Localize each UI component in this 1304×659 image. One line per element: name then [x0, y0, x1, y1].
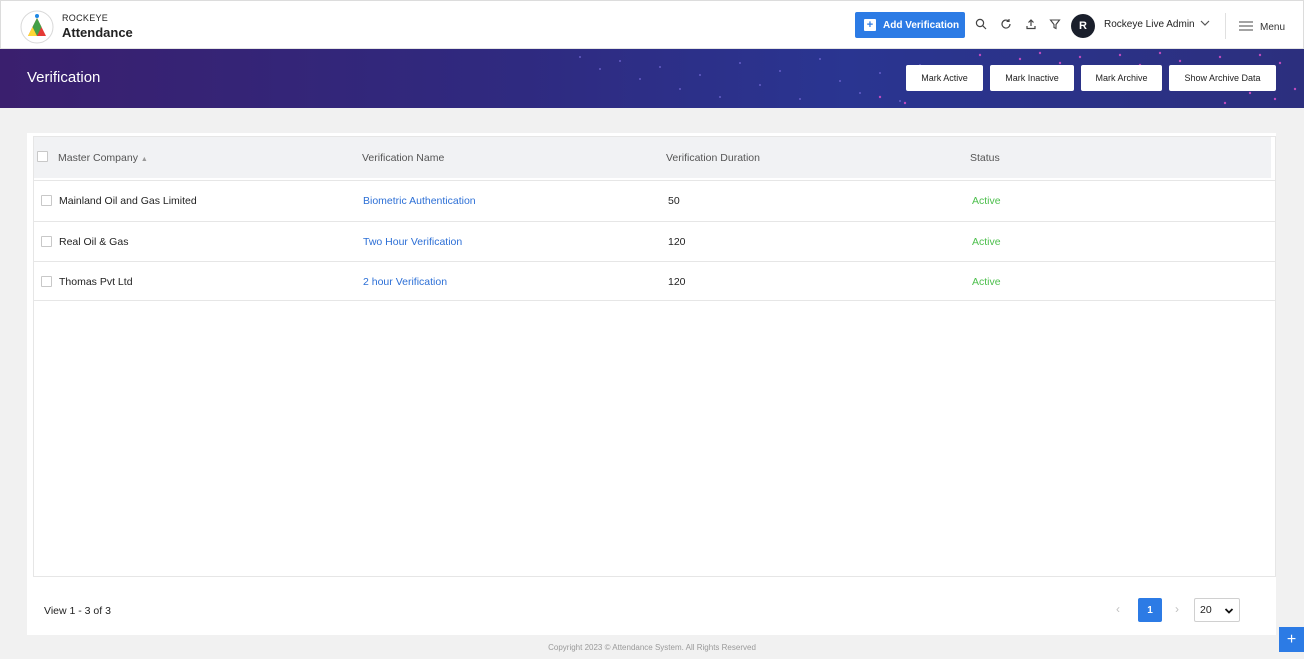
brand-name: Attendance [62, 25, 133, 40]
page-size-value: 20 [1200, 604, 1212, 616]
status-badge: Active [972, 276, 1001, 288]
verification-table: Master Company ▲ Verification Name Verif… [33, 136, 1276, 577]
mark-inactive-button[interactable]: Mark Inactive [990, 65, 1074, 91]
page-button-current[interactable]: 1 [1138, 598, 1162, 622]
row-checkbox[interactable] [41, 236, 52, 247]
select-all-checkbox[interactable] [37, 151, 48, 162]
add-verification-button[interactable]: + Add Verification [855, 12, 965, 38]
floating-add-button[interactable]: + [1279, 627, 1304, 652]
menu-label[interactable]: Menu [1260, 22, 1285, 33]
plus-icon: + [864, 19, 876, 31]
add-verification-label: Add Verification [883, 19, 960, 31]
column-header-verification-duration[interactable]: Verification Duration [666, 152, 760, 164]
chevron-right-icon[interactable]: › [1175, 602, 1179, 616]
table-row[interactable]: Mainland Oil and Gas Limited Biometric A… [34, 180, 1275, 220]
duration-cell: 120 [668, 236, 686, 248]
refresh-icon[interactable] [998, 16, 1014, 32]
pagination-summary: View 1 - 3 of 3 [44, 605, 111, 617]
verification-name-link[interactable]: Two Hour Verification [363, 236, 462, 248]
sort-icon[interactable]: ▲ [141, 156, 148, 163]
logo-icon [20, 10, 54, 44]
brand-top-text: ROCKEYE [62, 13, 109, 23]
verification-name-link[interactable]: Biometric Authentication [363, 195, 476, 207]
plus-icon: + [1286, 630, 1297, 648]
column-header-status[interactable]: Status [970, 152, 1000, 164]
top-bar: ROCKEYE Attendance + Add Verification R … [0, 0, 1304, 49]
duration-cell: 120 [668, 276, 686, 288]
mark-active-button[interactable]: Mark Active [906, 65, 983, 91]
page-size-select[interactable]: 20 [1194, 598, 1240, 622]
table-header: Master Company ▲ Verification Name Verif… [34, 137, 1271, 178]
footer-copyright: Copyright 2023 © Attendance System. All … [548, 643, 756, 652]
company-cell: Real Oil & Gas [59, 236, 129, 248]
column-header-master-company[interactable]: Master Company ▲ [58, 152, 148, 164]
divider [1225, 13, 1226, 39]
page-banner: Verification Mark Active Mark Inactive M… [0, 49, 1304, 108]
search-icon[interactable] [973, 16, 989, 32]
table-row[interactable]: Real Oil & Gas Two Hour Verification 120… [34, 221, 1275, 261]
row-checkbox[interactable] [41, 276, 52, 287]
verification-card: Master Company ▲ Verification Name Verif… [27, 133, 1276, 635]
column-header-verification-name[interactable]: Verification Name [362, 152, 444, 164]
status-badge: Active [972, 195, 1001, 207]
verification-name-link[interactable]: 2 hour Verification [363, 276, 447, 288]
chevron-left-icon[interactable]: ‹ [1116, 602, 1120, 616]
duration-cell: 50 [668, 195, 680, 207]
avatar[interactable]: R [1071, 14, 1095, 38]
column-label: Master Company [58, 152, 138, 164]
table-row[interactable]: Thomas Pvt Ltd 2 hour Verification 120 A… [34, 261, 1275, 301]
hamburger-menu-icon[interactable] [1239, 21, 1253, 31]
mark-archive-button[interactable]: Mark Archive [1081, 65, 1162, 91]
upload-icon[interactable] [1023, 16, 1039, 32]
company-cell: Thomas Pvt Ltd [59, 276, 133, 288]
chevron-down-icon [1224, 608, 1234, 614]
page-title: Verification [27, 69, 101, 86]
filter-icon[interactable] [1047, 16, 1063, 32]
user-name[interactable]: Rockeye Live Admin [1104, 19, 1195, 30]
row-checkbox[interactable] [41, 195, 52, 206]
status-badge: Active [972, 236, 1001, 248]
chevron-down-icon[interactable] [1199, 17, 1211, 29]
show-archive-data-button[interactable]: Show Archive Data [1169, 65, 1276, 91]
company-cell: Mainland Oil and Gas Limited [59, 195, 197, 207]
